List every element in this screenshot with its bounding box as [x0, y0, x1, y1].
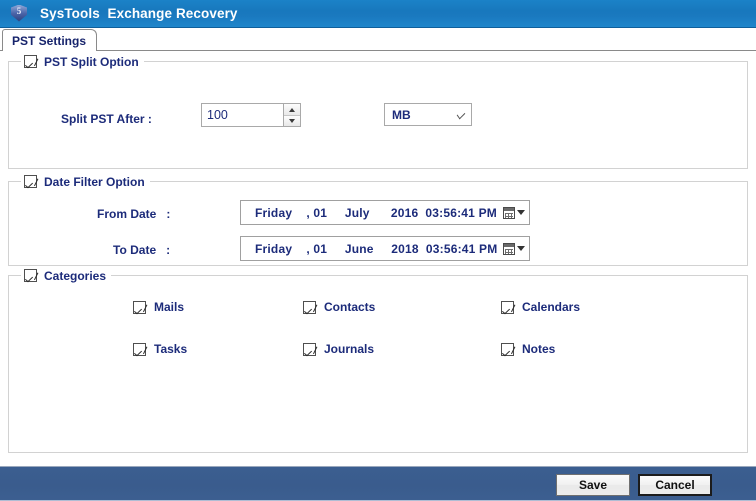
- triangle-down-icon: [517, 210, 525, 215]
- footer-bar: Save Cancel: [0, 466, 756, 501]
- category-label: Notes: [522, 342, 555, 356]
- to-date-value: Friday , 01 June 2018 03:56:41 PM: [241, 242, 499, 256]
- mails-checkbox[interactable]: [133, 301, 146, 314]
- from-date-dropdown-button[interactable]: [499, 201, 529, 224]
- calendar-icon: [503, 207, 515, 219]
- category-item-calendars[interactable]: Calendars: [501, 300, 580, 314]
- cancel-button[interactable]: Cancel: [638, 474, 712, 496]
- stepper-buttons: [283, 104, 300, 126]
- date-filter-option-group: Date Filter Option From Date : Friday , …: [8, 181, 748, 266]
- tab-strip: PST Settings: [0, 29, 756, 51]
- category-item-journals[interactable]: Journals: [303, 342, 374, 356]
- calendar-icon: [503, 243, 515, 255]
- pst-split-option-checkbox[interactable]: [24, 55, 37, 68]
- settings-panel: PST Split Option Split PST After : 100 M…: [0, 51, 756, 466]
- category-item-contacts[interactable]: Contacts: [303, 300, 375, 314]
- date-filter-option-label: Date Filter Option: [44, 175, 145, 189]
- category-label: Tasks: [154, 342, 187, 356]
- shield-badge-icon: [10, 5, 28, 23]
- from-date-label: From Date :: [97, 207, 170, 221]
- journals-checkbox[interactable]: [303, 343, 316, 356]
- category-label: Calendars: [522, 300, 580, 314]
- split-unit-select[interactable]: MB: [384, 103, 472, 126]
- from-date-value: Friday , 01 July 2016 03:56:41 PM: [241, 206, 499, 220]
- to-date-label: To Date :: [113, 243, 170, 257]
- categories-legend: Categories: [21, 267, 111, 284]
- from-date-picker[interactable]: Friday , 01 July 2016 03:56:41 PM: [240, 200, 530, 225]
- categories-checkbox[interactable]: [24, 269, 37, 282]
- categories-group: Categories Mails Contacts Calendars Task…: [8, 275, 748, 453]
- split-size-stepper[interactable]: 100: [201, 103, 301, 127]
- category-item-notes[interactable]: Notes: [501, 342, 555, 356]
- save-button[interactable]: Save: [556, 474, 630, 496]
- save-button-label: Save: [579, 478, 607, 492]
- to-date-dropdown-button[interactable]: [499, 237, 529, 260]
- triangle-down-icon: [517, 246, 525, 251]
- tab-label: PST Settings: [12, 34, 86, 48]
- contacts-checkbox[interactable]: [303, 301, 316, 314]
- application-window: SysTools Exchange Recovery PST Settings …: [0, 0, 756, 501]
- chevron-down-icon[interactable]: [453, 104, 471, 125]
- category-label: Journals: [324, 342, 374, 356]
- pst-split-option-group: PST Split Option Split PST After : 100 M…: [8, 61, 748, 169]
- to-date-picker[interactable]: Friday , 01 June 2018 03:56:41 PM: [240, 236, 530, 261]
- category-label: Contacts: [324, 300, 375, 314]
- split-pst-after-label: Split PST After :: [61, 112, 152, 126]
- triangle-down-icon[interactable]: [284, 115, 300, 126]
- tasks-checkbox[interactable]: [133, 343, 146, 356]
- pst-split-option-label: PST Split Option: [44, 55, 139, 69]
- title-bar: SysTools Exchange Recovery: [0, 0, 756, 28]
- category-item-mails[interactable]: Mails: [133, 300, 184, 314]
- triangle-up-icon[interactable]: [284, 104, 300, 115]
- cancel-button-label: Cancel: [655, 478, 694, 492]
- calendars-checkbox[interactable]: [501, 301, 514, 314]
- date-filter-option-legend: Date Filter Option: [21, 173, 150, 190]
- split-unit-value: MB: [385, 108, 453, 122]
- pst-split-option-legend: PST Split Option: [21, 53, 144, 70]
- category-label: Mails: [154, 300, 184, 314]
- tab-pst-settings[interactable]: PST Settings: [2, 29, 97, 51]
- category-item-tasks[interactable]: Tasks: [133, 342, 187, 356]
- date-filter-option-checkbox[interactable]: [24, 175, 37, 188]
- split-size-value[interactable]: 100: [202, 104, 283, 126]
- window-title: SysTools Exchange Recovery: [40, 6, 238, 21]
- notes-checkbox[interactable]: [501, 343, 514, 356]
- categories-label: Categories: [44, 269, 106, 283]
